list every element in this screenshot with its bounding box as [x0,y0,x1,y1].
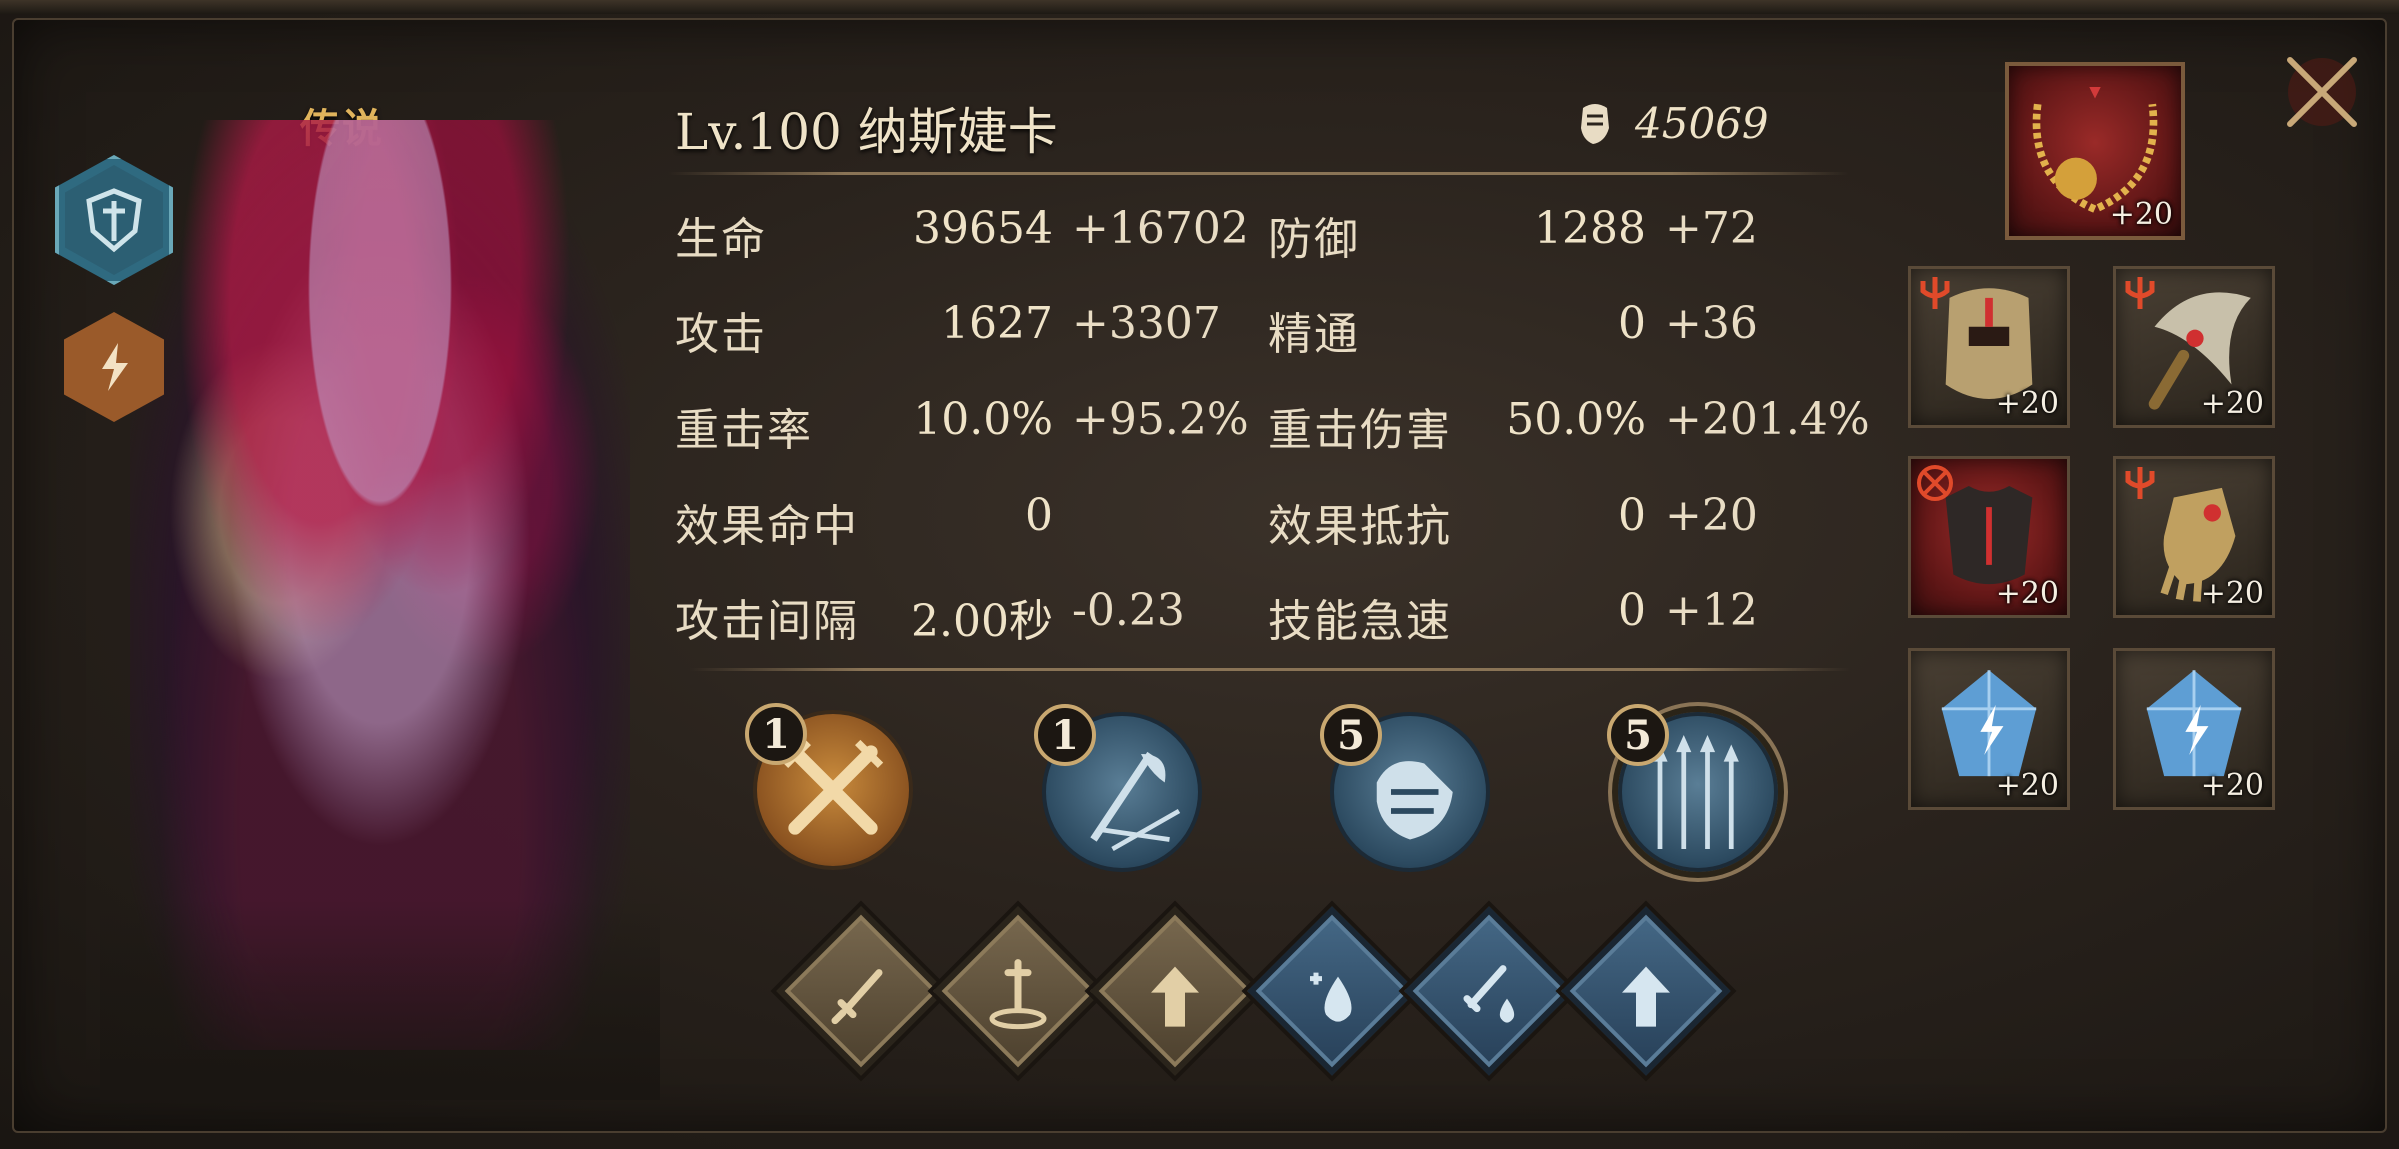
equip-gem-left[interactable]: +20 [1908,648,2070,810]
skill-level-badge: 1 [1034,704,1096,766]
stat-base: 0 [1618,490,1646,541]
sword-ground-icon [989,959,1047,1030]
stat-label: 防御 [1268,214,1360,265]
stat-label: 精通 [1268,309,1360,360]
stat-base: 1288 [1534,203,1646,254]
stat-base: 50.0% [1506,394,1646,445]
trident-mark-icon [2125,277,2155,309]
equip-helmet[interactable]: +20 [1908,266,2070,428]
close-icon[interactable] [2272,42,2372,142]
equip-gem-right[interactable]: +20 [2113,648,2275,810]
stat-label: 效果命中 [675,501,859,552]
trident-mark-icon [1920,277,1950,309]
sword-icon [831,969,883,1025]
equip-gloves[interactable]: +20 [2113,456,2275,618]
stat-attack-interval: 攻击间隔 2.00秒 [675,585,1053,647]
enhance-level: +20 [2200,576,2264,611]
stat-label: 生命 [675,214,767,265]
stat-base: 0 [1618,298,1646,349]
equip-weapon[interactable]: +20 [2113,266,2275,428]
portrait-fade [100,900,660,1100]
equip-necklace[interactable]: +20 [2005,62,2185,240]
stat-bonus: +16702 [1072,203,1249,254]
stat-label: 攻击 [675,309,767,360]
stat-bonus: +12 [1665,585,1758,636]
trident-mark-icon [2125,467,2155,499]
stat-bonus: +95.2% [1072,394,1249,445]
stat-base: 0 [1618,585,1646,636]
stat-bonus: +20 [1665,490,1758,541]
stat-label: 重击率 [675,405,813,456]
hero-level-name: Lv.100 纳斯婕卡 [675,103,1058,161]
stat-effect-hit: 效果命中 0 [675,490,1053,552]
enhance-level: +20 [1995,576,2059,611]
stat-effect-resist: 效果抵抗 0 [1268,490,1646,552]
stat-base: 2.00秒 [911,596,1053,647]
stat-base: 10.0% [913,394,1053,445]
stat-bonus: +3307 [1072,298,1221,349]
stat-mastery: 精通 0 [1268,298,1646,360]
enhance-level: +20 [2109,197,2173,232]
stat-base: 39654 [913,203,1053,254]
combat-power-value: 45069 [1635,98,1769,148]
stat-crit-damage: 重击伤害 50.0% [1268,394,1646,456]
skill-level-badge: 1 [745,703,807,765]
stat-skill-haste: 技能急速 0 [1268,585,1646,647]
stat-label: 技能急速 [1268,596,1452,647]
stat-defense: 防御 1288 [1268,203,1646,265]
stat-label: 效果抵抗 [1268,501,1452,552]
enhance-level: +20 [1995,768,2059,803]
stat-attack: 攻击 1627 [675,298,1053,360]
combat-power: 45069 [1575,98,1769,148]
enhance-level: +20 [2200,768,2264,803]
stat-bonus: +72 [1665,203,1758,254]
stat-bonus: -0.23 [1072,585,1185,636]
stat-label: 重击伤害 [1268,405,1452,456]
enhance-level: +20 [1995,386,2059,421]
upgrade-arrow-icon [1622,966,1670,1027]
header-divider [668,172,1848,175]
stat-label: 攻击间隔 [675,596,859,647]
stat-crit-rate: 重击率 10.0% [675,394,1053,456]
upgrade-arrow-icon [1151,966,1199,1027]
stats-divider [690,668,1850,671]
skill-level-badge: 5 [1607,704,1669,766]
water-drop-plus-icon [1310,972,1352,1022]
crossed-mark-icon [1917,465,1953,501]
fist-power-icon [1581,104,1609,144]
stat-base: 0 [1025,490,1053,541]
stat-bonus: +36 [1665,298,1758,349]
stat-base: 1627 [941,298,1053,349]
sword-drop-icon [1463,965,1515,1023]
enhance-level: +20 [2200,386,2264,421]
equip-armor[interactable]: +20 [1908,456,2070,618]
stat-hp: 生命 39654 [675,203,1053,265]
skill-level-badge: 5 [1320,704,1382,766]
stat-bonus: +201.4% [1665,394,1870,445]
